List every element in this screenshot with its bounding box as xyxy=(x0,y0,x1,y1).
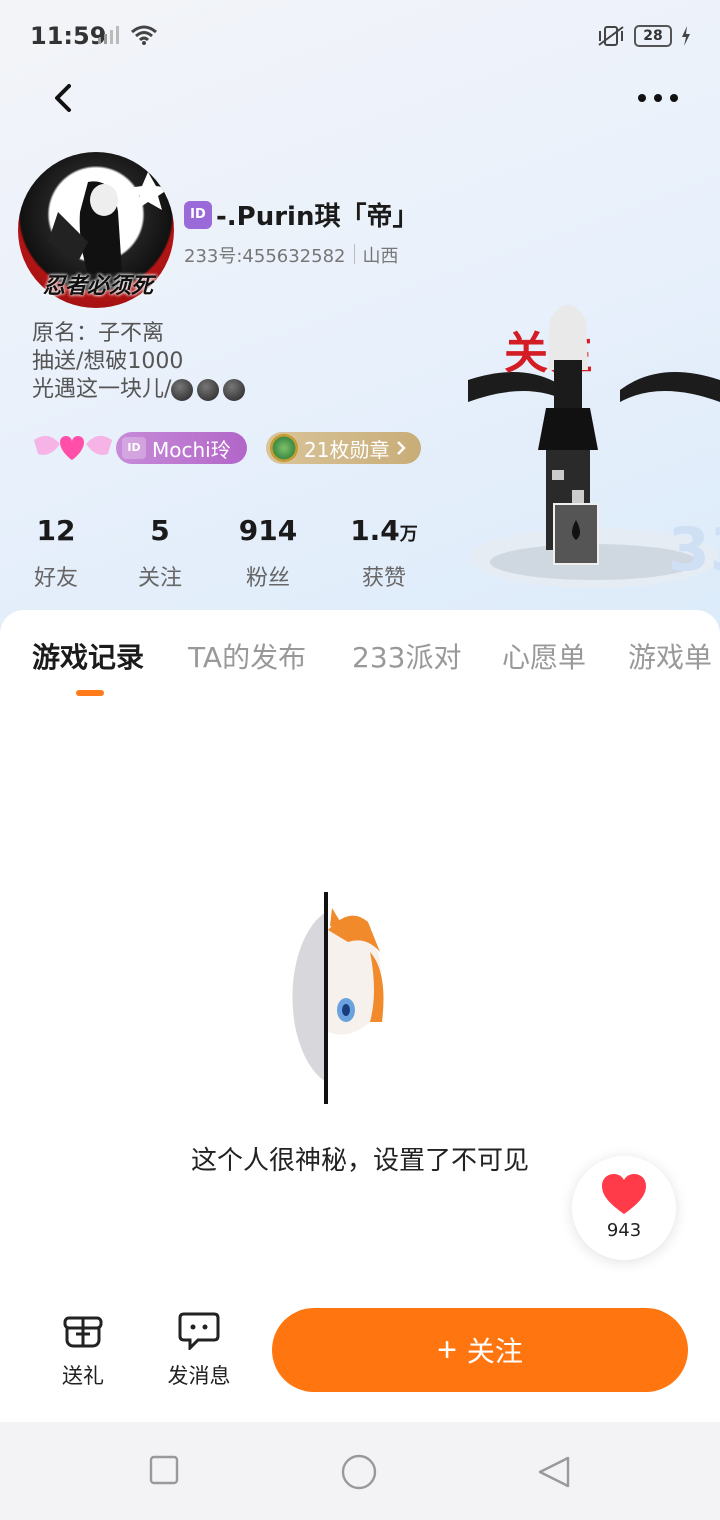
like-count: 943 xyxy=(606,1220,642,1241)
tab-game-list[interactable]: 游戏单 xyxy=(628,636,712,676)
bio-line: 抽送/想破1000 xyxy=(32,349,184,374)
stat-friends[interactable]: 12 好友 xyxy=(30,514,82,592)
peeking-character-icon xyxy=(292,892,384,1104)
dark-face-emoji-icon xyxy=(171,379,194,401)
battery-indicator: 28 xyxy=(634,25,672,47)
wifi-icon xyxy=(131,25,157,45)
stat-label: 好友 xyxy=(33,566,78,591)
plus-icon: + xyxy=(437,1330,457,1369)
avatar-character[interactable]: 关注 33 xyxy=(468,290,720,590)
empty-state-illustration xyxy=(270,892,400,1106)
heart-wings-icon xyxy=(34,435,112,460)
bottom-action-bar: 送礼 发消息 + 关注 xyxy=(0,1296,720,1422)
stat-value: 1.4万 xyxy=(350,514,418,547)
bio-line: 原名：子不离 xyxy=(32,321,165,346)
medals-button[interactable]: 21枚勋章 xyxy=(266,432,422,464)
emoji-icons xyxy=(171,379,246,401)
bio-line: 光遇这一块儿/ xyxy=(32,376,246,404)
heart-icon xyxy=(602,1174,646,1214)
username: -.Purin琪「帝」 xyxy=(216,202,419,232)
tab-posts[interactable]: TA的发布 xyxy=(188,636,306,676)
stat-following[interactable]: 5 关注 xyxy=(134,514,186,592)
like-button[interactable]: 943 xyxy=(572,1156,676,1260)
location: 山西 xyxy=(362,246,399,267)
recent-apps-icon[interactable] xyxy=(148,1454,180,1486)
home-icon[interactable] xyxy=(340,1454,378,1492)
status-bar: 11:59 28 xyxy=(0,0,720,72)
gift-label: 送礼 xyxy=(62,1364,104,1388)
account-info: 233号:455632582 山西 xyxy=(184,242,399,268)
divider xyxy=(353,244,355,264)
companion-name: Mochi玲 xyxy=(152,437,231,462)
stat-value: 5 xyxy=(150,514,170,547)
cellular-signal-icon xyxy=(98,26,119,44)
tab-wishlist[interactable]: 心愿单 xyxy=(502,636,586,676)
medals-label: 21枚勋章 xyxy=(304,437,390,462)
stat-value: 914 xyxy=(238,514,298,547)
svg-text:33: 33 xyxy=(668,515,720,585)
vibrate-mute-icon xyxy=(598,26,624,46)
id-icon: ID xyxy=(122,437,146,459)
follow-button[interactable]: + 关注 xyxy=(272,1308,688,1392)
dark-face-emoji-icon xyxy=(197,379,220,401)
tab-bar: 游戏记录 TA的发布 233派对 心愿单 游戏单 xyxy=(0,636,720,686)
back-triangle-icon[interactable] xyxy=(536,1454,572,1490)
stat-value: 12 xyxy=(36,514,76,547)
companion-badge[interactable]: ID Mochi玲 xyxy=(116,432,247,464)
character-figure-icon: 关注 33 xyxy=(468,305,720,588)
chat-bubble-icon xyxy=(178,1312,220,1352)
heart-wings-badge[interactable] xyxy=(30,428,116,468)
bio-text: 光遇这一块儿/ xyxy=(32,377,172,402)
avatar-logo-text: 忍者必须死 xyxy=(42,274,153,299)
tab-party[interactable]: 233派对 xyxy=(352,636,461,676)
tab-game-records[interactable]: 游戏记录 xyxy=(32,636,144,676)
charging-icon xyxy=(682,26,690,46)
dark-face-emoji-icon xyxy=(223,379,246,401)
chevron-left-icon xyxy=(55,84,71,112)
chevron-right-icon xyxy=(397,441,407,455)
stat-likes[interactable]: 1.4万 获赞 xyxy=(346,514,422,592)
more-dots-icon xyxy=(638,94,678,102)
active-tab-indicator xyxy=(76,690,104,696)
stat-label: 粉丝 xyxy=(245,566,290,591)
system-nav-bar xyxy=(0,1422,720,1520)
gift-button[interactable]: 送礼 xyxy=(38,1310,128,1390)
medal-icon xyxy=(270,434,298,462)
username-row: ID -.Purin琪「帝」 xyxy=(184,196,418,233)
stat-label: 关注 xyxy=(137,566,182,591)
gift-icon xyxy=(63,1316,103,1348)
id-badge: ID xyxy=(184,200,212,229)
stat-fans[interactable]: 914 粉丝 xyxy=(236,514,300,592)
stat-label: 获赞 xyxy=(361,566,406,591)
send-message-label: 发消息 xyxy=(167,1364,231,1388)
status-icons-right: 28 xyxy=(596,24,692,48)
back-button[interactable] xyxy=(44,78,84,118)
status-icons-left xyxy=(96,24,158,46)
more-options-button[interactable] xyxy=(632,78,684,118)
send-message-button[interactable]: 发消息 xyxy=(154,1310,244,1390)
follow-label: 关注 xyxy=(466,1336,523,1367)
status-time: 11:59 xyxy=(30,22,107,50)
bio: 原名：子不离 抽送/想破1000 光遇这一块儿/ xyxy=(32,320,246,404)
account-id: 233号:455632582 xyxy=(184,246,346,267)
